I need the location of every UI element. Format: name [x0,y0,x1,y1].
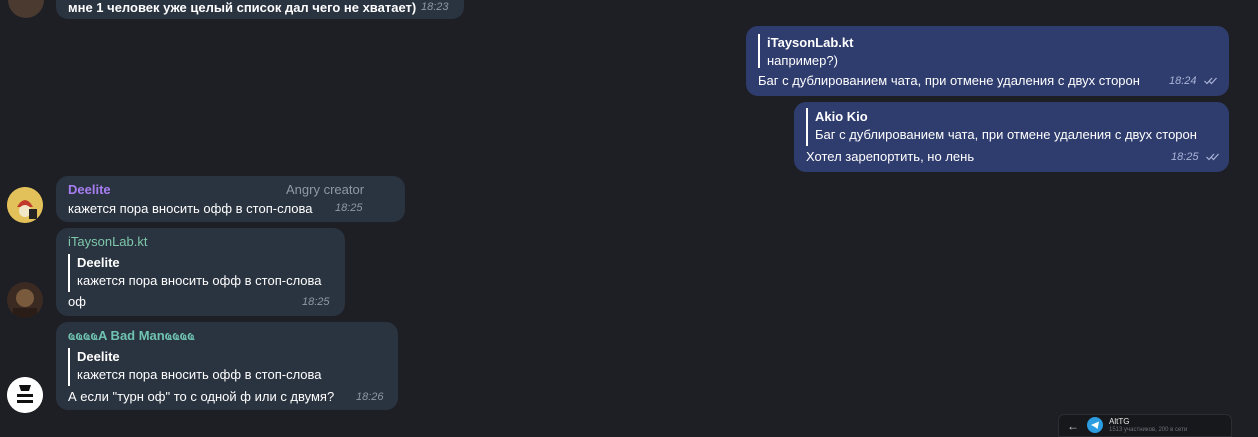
avatar-itayson[interactable] [7,282,43,318]
message-text: Баг с дублированием чата, при отмене уда… [758,73,1140,88]
avatar-top[interactable] [8,0,44,18]
message-time: 18:23 [421,1,449,13]
quote-sender: iTaysonLab.kt [767,35,854,50]
time-label: 18:25 [1171,151,1199,163]
reply-text: кажется пора вносить офф в стоп-слова [77,367,322,382]
preview-title: AltTG [1109,417,1130,426]
message-bubble: Deelite Angry creator кажется пора вноси… [56,176,405,222]
avatar-image [7,187,43,223]
mini-chat-preview[interactable]: ← AltTG 1513 участников, 200 в сети [1058,414,1232,437]
message-sender[interactable]: ҩҩҩҩA Bad Manҩҩҩҩ [68,328,195,343]
quote-text: например?) [767,53,838,68]
message-time: 18:25 [1171,151,1220,163]
avatar-badman[interactable] [7,377,43,413]
outgoing-message-bubble: Akio Kio Баг с дублированием чата, при о… [794,102,1229,172]
double-check-icon [1205,153,1219,161]
message-text: Хотел зарепортить, но лень [806,149,975,164]
message-sender[interactable]: Deelite [68,182,111,197]
double-check-icon [1203,77,1217,85]
message-time: 18:24 [1169,75,1218,87]
time-label: 18:24 [1169,75,1197,87]
message-time: 18:26 [356,391,384,403]
reply-sender: Deelite [77,349,120,364]
message-text: оф [68,294,86,309]
reply-sender: Deelite [77,255,120,270]
outgoing-message-bubble: iTaysonLab.kt например?) Баг с дублирова… [746,26,1229,96]
quote-block[interactable]: iTaysonLab.kt например?) [758,34,853,68]
message-bubble: мне 1 человек уже целый список дал чего … [56,0,464,19]
message-text: А если "турн оф" то с одной ф или с двум… [68,389,335,404]
message-bubble: iTaysonLab.kt Deelite кажется пора вноси… [56,228,345,316]
reply-block[interactable]: Deelite кажется пора вносить офф в стоп-… [68,254,322,292]
reply-text: кажется пора вносить офф в стоп-слова [77,273,322,288]
reply-block[interactable]: Deelite кажется пора вносить офф в стоп-… [68,348,322,386]
preview-subtitle: 1513 участников, 200 в сети [1109,427,1188,433]
avatar-image [7,377,43,413]
avatar-image [7,282,43,318]
back-arrow-icon[interactable]: ← [1067,419,1079,433]
reply-text: Баг с дублированием чата, при отмене уда… [815,127,1197,142]
avatar-deelite[interactable] [7,187,43,223]
reply-block[interactable]: Akio Kio Баг с дублированием чата, при о… [806,108,1197,146]
message-sender[interactable]: iTaysonLab.kt [68,234,148,249]
telegram-logo-icon [1087,417,1103,433]
message-text: кажется пора вносить офф в стоп-слова [68,201,313,216]
admin-badge: Angry creator [286,182,365,197]
reply-sender: Akio Kio [815,109,868,124]
message-time: 18:25 [335,202,363,214]
message-time: 18:25 [302,296,330,308]
message-text: мне 1 человек уже целый список дал чего … [68,0,417,15]
message-bubble: ҩҩҩҩA Bad Manҩҩҩҩ Deelite кажется пора в… [56,322,398,410]
